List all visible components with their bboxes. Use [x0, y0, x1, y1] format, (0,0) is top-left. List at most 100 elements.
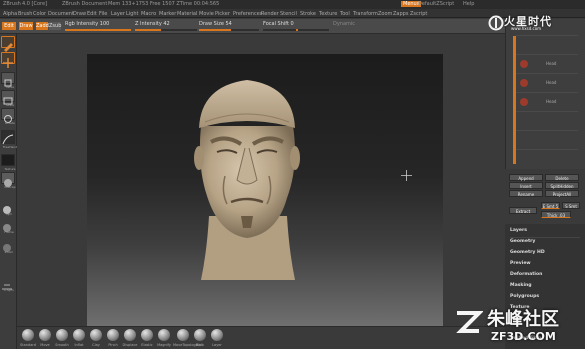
menu-macro[interactable]: Macro [141, 11, 156, 17]
floor-button[interactable]: L.Sym [1, 276, 15, 292]
move-topological-brush-icon [177, 329, 189, 341]
split-hidden-button[interactable]: SplitHidden [545, 182, 579, 189]
menu-material[interactable]: Material [177, 11, 197, 17]
help-button[interactable]: Help [463, 1, 474, 7]
menu-marker[interactable]: Marker [159, 11, 176, 17]
default-zscript-button[interactable]: DefaultZScript [418, 1, 454, 7]
scale-tool-button[interactable]: Scale [1, 90, 15, 107]
subtool-row[interactable] [516, 111, 578, 130]
menu-brush[interactable]: Brush [18, 11, 32, 17]
menu-draw[interactable]: Draw [73, 11, 86, 17]
focal-shift-slider[interactable]: Focal Shift 0 [263, 21, 329, 32]
zf3d-logo-icon [456, 311, 483, 333]
menu-movie[interactable]: Movie [199, 11, 214, 17]
document-name: ZBrush Document [62, 1, 108, 7]
draw-icon [3, 58, 13, 68]
brush-inflat[interactable]: Inflat [71, 329, 87, 349]
brush-magnify[interactable]: Magnify [156, 329, 172, 349]
insert-button[interactable]: Insert [509, 182, 543, 189]
material-button[interactable]: Matcap [1, 172, 16, 189]
menu-tool[interactable]: Tool [340, 11, 350, 17]
subtool-row[interactable] [516, 130, 578, 149]
brush-blob[interactable]: Blob [192, 329, 208, 349]
rename-button[interactable]: Rename [509, 190, 543, 197]
z-intensity-label: Z Intensity 42 [135, 21, 170, 27]
title-bar: ZBrush 4.0 [Core] ZBrush Document Mem 13… [0, 0, 585, 9]
menu-file[interactable]: File [99, 11, 107, 17]
append-button[interactable]: Append [509, 174, 543, 181]
brush-move-topological[interactable]: MoveTopological [173, 329, 202, 349]
menu-color[interactable]: Color [33, 11, 46, 17]
thick-slider[interactable]: Thick .03 [541, 211, 571, 218]
menu-edit[interactable]: Edit [87, 11, 97, 17]
subtool-row[interactable]: Head [516, 54, 578, 73]
dynamic-toggle[interactable]: Dynamic [333, 21, 363, 32]
z-intensity-fill [135, 29, 162, 31]
brush-move[interactable]: Move [37, 329, 53, 349]
edit-tool-button[interactable] [1, 36, 15, 52]
subtool-row[interactable] [516, 149, 578, 168]
menu-zscript[interactable]: Zscript [410, 11, 427, 17]
menu-stencil[interactable]: Stencil [280, 11, 297, 17]
menu-zapps[interactable]: Zapps [393, 11, 408, 17]
rgb-intensity-slider[interactable]: Rgb Intensity 100 [65, 21, 131, 32]
menu-picker[interactable]: Picker [215, 11, 230, 17]
watermark-hxsd: 火星时代 www.hxsd.com [487, 12, 585, 36]
texture-button[interactable]: Texture [1, 154, 15, 171]
e-smt-slider[interactable]: E Smt 5 [541, 202, 560, 209]
draw-tool-button[interactable] [1, 52, 15, 68]
menu-stroke[interactable]: Stroke [300, 11, 316, 17]
edit-mode-button[interactable]: Edit [2, 22, 16, 30]
menu-render[interactable]: Render [261, 11, 279, 17]
rotate-tool-button[interactable]: Rotate [1, 108, 15, 125]
menu-light[interactable]: Light [126, 11, 138, 17]
zadd-button[interactable]: Zadd [36, 22, 49, 30]
stroke-label: FreeHand [2, 145, 18, 149]
menu-texture[interactable]: Texture [319, 11, 337, 17]
draw-size-fill [199, 29, 232, 31]
menu-document[interactable]: Document [48, 11, 74, 17]
menu-transform[interactable]: Transform [353, 11, 378, 17]
brush-layer[interactable]: Layer [209, 329, 225, 349]
stroke-button[interactable]: FreeHand [1, 130, 17, 149]
project-all-button[interactable]: ProjectAll [545, 190, 579, 197]
memory-readout: Mem 133+1753 Free 1507 ZTime 00:04:565 [108, 1, 220, 7]
delete-button[interactable]: Delete [545, 174, 579, 181]
extract-button[interactable]: Extract [509, 207, 537, 214]
deformation-panel-header[interactable]: Deformation [510, 272, 542, 277]
polygroups-panel-header[interactable]: Polygroups [510, 294, 539, 299]
move-tool-label: Move [5, 85, 15, 89]
draw-mode-button[interactable]: Draw [19, 22, 33, 30]
brush-clay[interactable]: Clay [88, 329, 104, 349]
rotate-tool-label: Rotate [5, 121, 15, 125]
z-intensity-slider[interactable]: Z Intensity 42 [135, 21, 197, 32]
menu-preferences[interactable]: Preferences [233, 11, 262, 17]
brush-pinch[interactable]: Pinch [105, 329, 121, 349]
brush-standard[interactable]: Standard [20, 329, 36, 349]
subtool-row[interactable]: Head [516, 92, 578, 111]
menu-alpha[interactable]: Alpha [3, 11, 17, 17]
s-smt-slider[interactable]: S Smt [562, 202, 580, 209]
watermark-zf3d-url: ZF3D.COM [491, 330, 556, 343]
standard-brush-icon [22, 329, 34, 341]
menu-zoom[interactable]: Zoom [378, 11, 392, 17]
zoom-button[interactable]: Zoom [1, 238, 15, 254]
zsub-button[interactable]: Zsub [49, 22, 61, 30]
masking-panel-header[interactable]: Masking [510, 283, 532, 288]
subtool-row[interactable]: Head [516, 73, 578, 92]
move-tool-button[interactable]: Move [1, 72, 15, 89]
geometry-hd-panel-header[interactable]: Geometry HD [510, 250, 545, 255]
brush-displace[interactable]: Displace [122, 329, 138, 349]
symmetry-button[interactable]: Sym [1, 200, 15, 216]
layers-panel-header[interactable]: Layers [510, 228, 527, 233]
brush-smooth[interactable]: Smooth [54, 329, 70, 349]
brush-elastic[interactable]: Elastic [139, 329, 155, 349]
geometry-panel-header[interactable]: Geometry [510, 239, 535, 244]
subtool-row[interactable] [516, 35, 578, 54]
preview-panel-header[interactable]: Preview [510, 261, 531, 266]
frame-button[interactable]: Frame [1, 218, 15, 234]
layer-brush-icon [211, 329, 223, 341]
draw-size-slider[interactable]: Draw Size 54 [199, 21, 259, 32]
menu-layer[interactable]: Layer [111, 11, 125, 17]
subtool-scrollbar[interactable] [513, 36, 516, 164]
